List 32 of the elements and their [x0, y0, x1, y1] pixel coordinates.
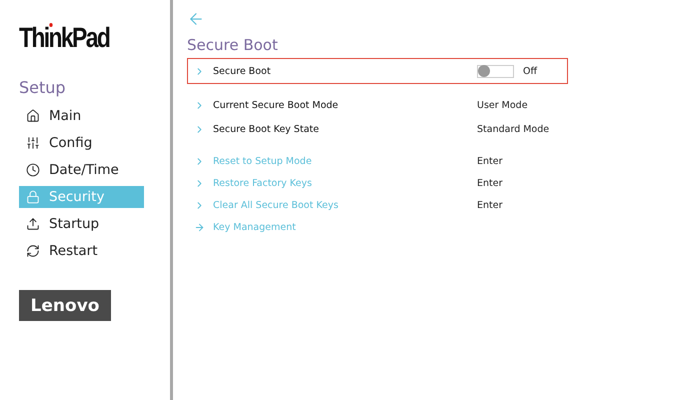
page-title: Secure Boot — [187, 36, 279, 54]
setting-label: Secure Boot — [213, 66, 272, 76]
setting-value: Off — [523, 66, 538, 76]
setting-value: Enter — [477, 200, 502, 210]
setting-value: Standard Mode — [477, 124, 550, 134]
setting-value: Enter — [477, 156, 502, 166]
setting-row[interactable]: Secure Boot Key State Standard Mode — [187, 118, 568, 140]
setting-value: Enter — [477, 178, 502, 188]
upload-icon — [26, 217, 40, 231]
thinkpad-logo: ThinkPad — [19, 22, 110, 54]
lock-icon — [26, 190, 40, 204]
clock-icon — [26, 163, 40, 177]
setting-row[interactable]: Secure Boot Off — [187, 58, 568, 84]
sidebar-item[interactable]: Main — [19, 105, 144, 127]
home-icon — [26, 109, 40, 123]
setting-row[interactable]: Clear All Secure Boot Keys Enter — [187, 194, 568, 216]
sidebar-item[interactable]: Config — [19, 132, 144, 154]
toggle-switch[interactable] — [477, 64, 514, 78]
lenovo-logo: Lenovo — [19, 290, 111, 321]
sliders-icon — [26, 136, 40, 150]
setting-row[interactable]: Reset to Setup Mode Enter — [187, 150, 568, 172]
setting-label: Current Secure Boot Mode — [213, 100, 340, 110]
refresh-icon — [26, 244, 40, 258]
sidebar-item[interactable]: Restart — [19, 240, 144, 262]
setting-label: Secure Boot Key State — [213, 124, 320, 134]
setting-row[interactable]: Restore Factory Keys Enter — [187, 172, 568, 194]
setting-row[interactable]: Current Secure Boot Mode User Mode — [187, 94, 568, 116]
arrow-right-icon — [194, 222, 205, 232]
setting-value: User Mode — [477, 100, 528, 110]
sidebar-title: Setup — [19, 78, 67, 97]
sidebar-item[interactable]: Startup — [19, 213, 144, 235]
sidebar-item[interactable]: Date/Time — [19, 159, 144, 181]
